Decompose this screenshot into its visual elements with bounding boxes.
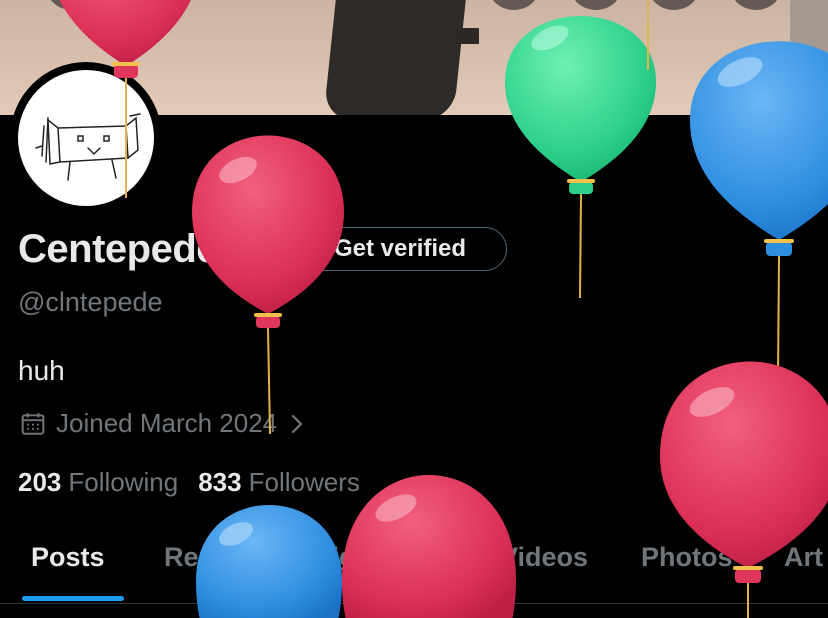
tab-photos[interactable]: Photos: [641, 542, 733, 573]
profile-tabs: Posts Replies Highlights Videos Photos A…: [0, 530, 828, 600]
tab-replies[interactable]: Replies: [164, 542, 260, 573]
get-verified-button[interactable]: Get verified: [273, 227, 507, 271]
follow-stats: 203 Following 833 Followers: [18, 467, 380, 498]
joined-date-row[interactable]: Joined March 2024: [20, 408, 305, 439]
display-name: Centepede: [18, 227, 219, 271]
banner-search-button[interactable]: [488, 0, 540, 10]
followers-link[interactable]: Followers: [249, 467, 360, 498]
profile-screen: Centepede Get verified @clntepede huh Jo…: [0, 0, 828, 618]
tab-posts[interactable]: Posts: [31, 542, 105, 573]
banner-action-button[interactable]: [570, 0, 622, 10]
active-tab-indicator: [22, 596, 124, 601]
username-handle: @clntepede: [18, 287, 163, 317]
tab-highlights[interactable]: Highlights: [312, 542, 444, 573]
avatar-doodle-icon: [35, 113, 141, 181]
following-link[interactable]: Following: [68, 467, 178, 498]
avatar[interactable]: [10, 62, 162, 214]
following-count[interactable]: 203: [18, 467, 61, 498]
verified-badge-icon: [300, 237, 322, 261]
chevron-right-icon: [292, 414, 303, 433]
balloon-red-middle: [192, 135, 344, 435]
banner-back-button[interactable]: [46, 0, 98, 10]
profile-bio: huh: [18, 355, 65, 386]
banner-more-button[interactable]: [730, 0, 782, 10]
tab-articles[interactable]: Art: [784, 542, 823, 573]
joined-date-text: Joined March 2024: [56, 408, 278, 438]
tabs-divider: [0, 603, 828, 604]
banner-share-button[interactable]: [648, 0, 700, 10]
get-verified-label: Get verified: [334, 235, 467, 262]
tab-videos[interactable]: Videos: [500, 542, 588, 573]
calendar-icon: [21, 412, 45, 435]
followers-count[interactable]: 833: [198, 467, 241, 498]
